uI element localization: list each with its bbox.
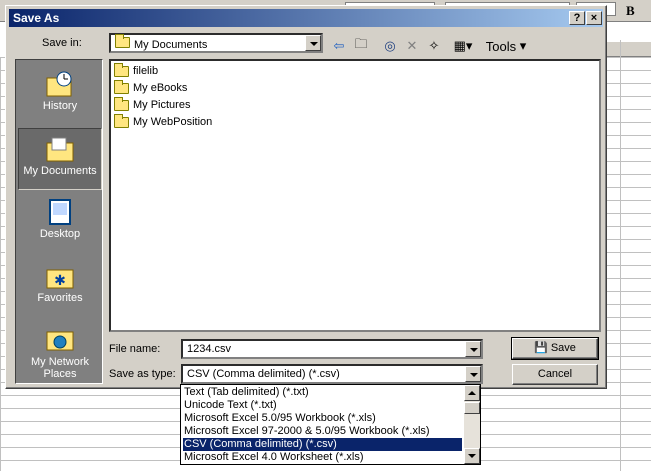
file-name-label: File name: [109, 343, 161, 355]
search-web-button[interactable]: ◎ [380, 36, 400, 56]
favorites-icon: ✱ [46, 269, 74, 289]
network-places-icon [46, 331, 74, 351]
file-list[interactable]: filelib My eBooks My Pictures My WebPosi… [109, 59, 601, 332]
save-in-combo[interactable]: My Documents [109, 33, 323, 53]
type-option[interactable]: Microsoft Excel 97-2000 & 5.0/95 Workboo… [183, 425, 462, 438]
back-button[interactable]: ⇦ [329, 36, 349, 56]
place-label: Desktop [39, 228, 81, 240]
folder-icon [115, 34, 130, 48]
save-in-value: My Documents [134, 39, 208, 51]
chevron-down-icon[interactable] [465, 341, 481, 357]
tools-label: Tools [485, 38, 517, 54]
save-as-type-select[interactable]: CSV (Comma delimited) (*.csv) [181, 364, 483, 384]
place-label: History [42, 100, 78, 112]
dropdown-scrollbar[interactable] [464, 385, 480, 464]
type-option[interactable]: Unicode Text (*.txt) [183, 399, 462, 412]
grid-column-line [620, 40, 621, 471]
folder-icon [114, 79, 129, 94]
file-name: My Pictures [133, 99, 191, 111]
place-history[interactable]: History [18, 64, 102, 126]
places-bar: History My Documents Desktop ✱ Favorites… [15, 59, 103, 384]
save-in-label: Save in: [42, 37, 82, 49]
svg-text:✱: ✱ [54, 272, 66, 288]
save-as-type-dropdown[interactable]: Text (Tab delimited) (*.txt) Unicode Tex… [180, 384, 481, 465]
folder-icon [114, 113, 129, 128]
views-icon: ▦▾ [453, 38, 473, 53]
folder-icon [114, 96, 129, 111]
file-name-value: 1234.csv [187, 343, 232, 355]
scroll-up-icon [468, 391, 476, 395]
place-favorites[interactable]: ✱ Favorites [18, 256, 102, 318]
tools-menu[interactable]: Tools ▾ [484, 36, 528, 56]
views-button[interactable]: ▦▾ [448, 36, 478, 56]
list-item[interactable]: My WebPosition [114, 113, 213, 130]
title-bar[interactable]: Save As ? × [9, 9, 603, 27]
dialog-title: Save As [13, 11, 60, 25]
save-button[interactable]: 💾 Save [511, 337, 599, 360]
type-option[interactable]: Microsoft Excel 5.0/95 Workbook (*.xls) [183, 412, 462, 425]
search-icon: ◎ [384, 38, 396, 53]
save-disk-icon: 💾 [534, 342, 548, 354]
scroll-down-button[interactable] [464, 448, 480, 464]
file-name: filelib [133, 65, 159, 77]
type-option-selected[interactable]: CSV (Comma delimited) (*.csv) [183, 438, 462, 451]
type-option[interactable]: Microsoft Excel 4.0 Worksheet (*.xls) [183, 451, 462, 464]
place-label: Favorites [37, 292, 83, 304]
scroll-thumb[interactable] [464, 402, 480, 414]
tools-chevron-icon: ▾ [519, 38, 527, 53]
back-arrow-icon: ⇦ [333, 38, 345, 53]
close-button[interactable]: × [586, 11, 602, 25]
column-header[interactable] [606, 42, 651, 57]
save-as-type-value: CSV (Comma delimited) (*.csv) [187, 368, 340, 380]
save-in-value-wrap: My Documents [115, 34, 208, 51]
up-folder-button[interactable]: 🗀 [351, 36, 371, 56]
my-documents-icon [46, 137, 74, 162]
chevron-down-icon[interactable] [465, 366, 481, 382]
scroll-up-button[interactable] [464, 385, 480, 401]
up-folder-icon: 🗀 [354, 36, 368, 51]
help-button[interactable]: ? [569, 11, 585, 25]
scroll-down-icon [468, 454, 476, 458]
chevron-down-icon[interactable] [305, 35, 321, 51]
file-name: My eBooks [133, 82, 188, 94]
bold-button[interactable]: B [626, 3, 635, 19]
file-name: My WebPosition [133, 116, 213, 128]
place-network[interactable]: My Network Places [18, 320, 102, 384]
delete-button[interactable]: ✕ [402, 36, 422, 56]
folder-icon [114, 62, 129, 77]
save-label: Save [550, 342, 576, 354]
new-folder-icon: ✧ [428, 38, 440, 53]
place-label: My Network Places [30, 356, 90, 380]
save-as-type-label: Save as type: [109, 368, 176, 380]
place-my-documents[interactable]: My Documents [18, 128, 102, 190]
place-desktop[interactable]: Desktop [18, 192, 102, 254]
list-item[interactable]: filelib [114, 62, 159, 79]
history-icon [46, 71, 72, 97]
cancel-button[interactable]: Cancel [512, 364, 598, 385]
new-folder-button[interactable]: ✧ [424, 36, 444, 56]
save-as-dialog: Save As ? × Save in: My Documents ⇦ 🗀 ◎ … [5, 5, 607, 389]
type-option[interactable]: Text (Tab delimited) (*.txt) [183, 386, 462, 399]
file-name-input[interactable]: 1234.csv [181, 339, 483, 359]
delete-icon: ✕ [406, 38, 418, 53]
list-item[interactable]: My eBooks [114, 79, 188, 96]
desktop-icon [49, 199, 71, 225]
list-item[interactable]: My Pictures [114, 96, 191, 113]
place-label: My Documents [23, 165, 97, 177]
